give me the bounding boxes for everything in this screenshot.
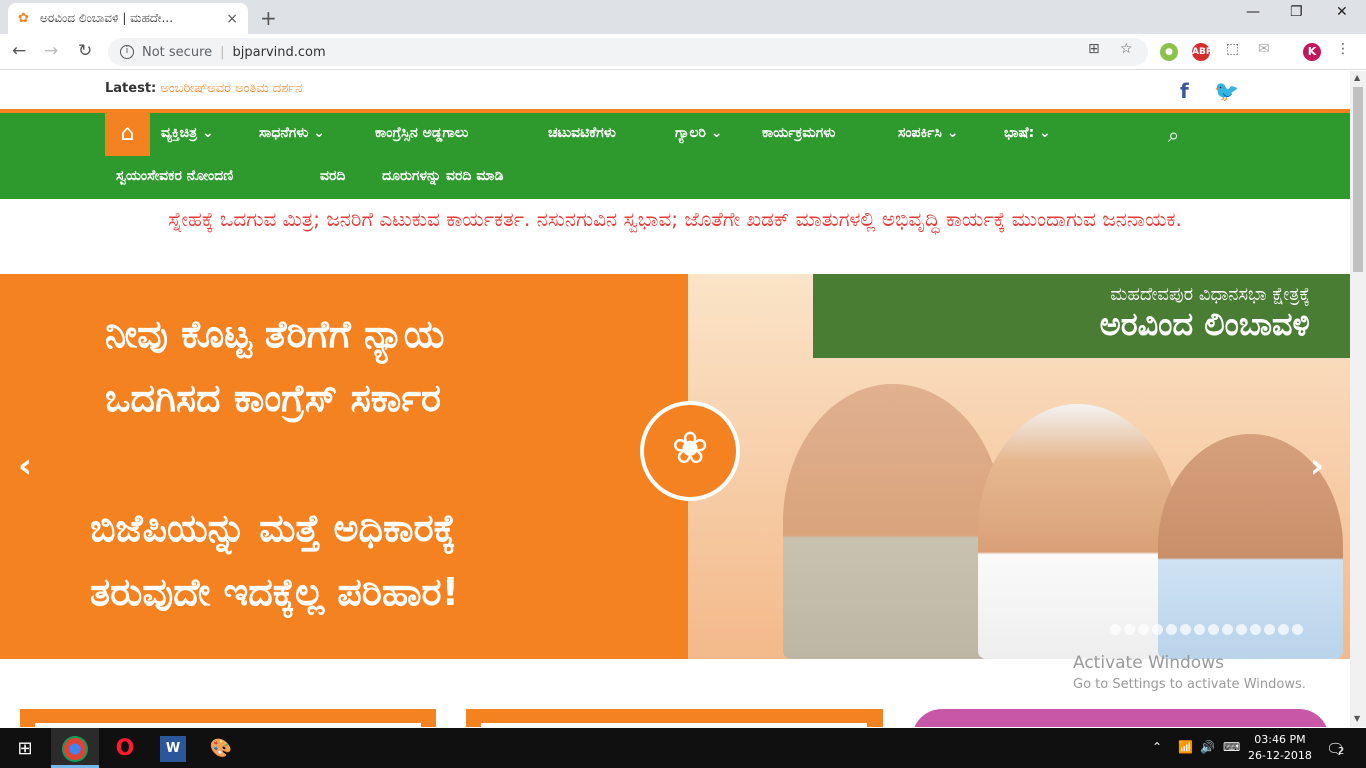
leader-photo-1 [783, 384, 1003, 659]
menu-item-biography[interactable]: ವ್ಯಕ್ತಿಚಿತ್ರ ⌄ [161, 125, 214, 141]
menu-item-achievements[interactable]: ಸಾಧನೆಗಳು ⌄ [259, 125, 325, 141]
notification-count: 2 [1338, 746, 1345, 757]
carousel-next-icon[interactable]: › [1310, 446, 1324, 486]
carousel-dot[interactable] [1264, 624, 1275, 635]
clock-date: 26-12-2018 [1248, 749, 1312, 762]
facebook-icon[interactable]: f [1180, 79, 1189, 103]
url-text[interactable]: bjparvind.com [233, 45, 326, 60]
extension-icon[interactable]: ● [1160, 43, 1178, 61]
translate-icon[interactable]: ⊞ [1088, 41, 1100, 57]
menu-item-volunteer-registration[interactable]: ಸ್ವಯಂಸೇವಕರ ನೋಂದಣಿ [116, 168, 233, 184]
carousel-dot[interactable] [1236, 624, 1247, 635]
candidate-banner: ಮಹದೇವಪುರ ವಿಧಾನಸಭಾ ಕ್ಷೇತ್ರಕ್ಕೆ ಅರವಿಂದ ಲಿಂ… [813, 274, 1350, 358]
menu-item-congress-obstruction[interactable]: ಕಾಂಗ್ರೆಸ್ಸಿನ ಅಡ್ಡಗಾಲು [375, 125, 468, 141]
chrome-menu-icon[interactable]: ⋮ [1336, 41, 1350, 57]
mail-icon[interactable]: ✉ [1258, 41, 1270, 57]
latest-news-bar: Latest: ಅಂಬರೀಷ್‌ಅವರ ಅಂತಿಮ ದರ್ಶನ [105, 81, 302, 96]
profile-avatar[interactable]: K [1303, 43, 1321, 61]
bookmark-star-icon[interactable]: ☆ [1120, 41, 1133, 57]
hero-carousel[interactable]: ನೀವು ಕೊಟ್ಟ ತೆರಿಗೆಗೆ ನ್ಯಾಯ ಒದಗಿಸದ ಕಾಂಗ್ರೆ… [0, 274, 1350, 659]
content-card-2[interactable] [466, 709, 883, 727]
tray-overflow-icon[interactable]: ⌃ [1152, 740, 1162, 754]
system-clock[interactable]: 03:46 PM 26-12-2018 [1248, 732, 1312, 764]
menu-item-activities[interactable]: ಚಟುವಟಿಕೆಗಳು [548, 125, 616, 141]
adblock-icon[interactable]: ABP [1192, 43, 1212, 61]
menu-item-programs[interactable]: ಕಾರ್ಯಕ್ರಮಗಳು [762, 125, 835, 141]
carousel-dot[interactable] [1138, 624, 1149, 635]
twitter-icon[interactable]: 🐦 [1214, 79, 1239, 103]
windows-start-icon[interactable]: ⊞ [12, 736, 38, 762]
tab-title: ಅರವಿಂದ ಲಿಂಬಾವಳಿ | ಮಹದೇ... [40, 11, 174, 25]
leader-photo-2 [978, 404, 1178, 659]
scroll-down-icon[interactable]: ▼ [1354, 714, 1360, 723]
carousel-dot[interactable] [1194, 624, 1205, 635]
slide-photo-panel: ಮಹದೇವಪುರ ವಿಧಾನಸಭಾ ಕ್ಷೇತ್ರಕ್ಕೆ ಅರವಿಂದ ಲಿಂ… [688, 274, 1350, 659]
activate-windows-title: Activate Windows [1073, 653, 1224, 673]
slide-text-line-4: ತರುವುದೇ ಇದಕ್ಕೆಲ್ಲ ಪರಿಹಾರ! [90, 570, 459, 614]
activate-windows-subtitle: Go to Settings to activate Windows. [1073, 677, 1306, 692]
reload-icon[interactable]: ↻ [78, 41, 92, 61]
slide-text-line-2: ಒದಗಿಸದ ಕಾಂಗ್ರೆಸ್ ಸರ್ಕಾರ [105, 376, 442, 420]
browser-tab-strip: ✿ ಅರವಿಂದ ಲಿಂಬಾವಳಿ | ಮಹದೇ... × + — ❐ ✕ [0, 0, 1366, 34]
carousel-dot[interactable] [1152, 624, 1163, 635]
candidate-name: ಅರವಿಂದ ಲಿಂಬಾವಳಿ [1099, 305, 1310, 343]
carousel-prev-icon[interactable]: ‹ [18, 446, 32, 486]
scroll-up-icon[interactable]: ▲ [1354, 73, 1360, 82]
minimize-icon[interactable]: — [1246, 4, 1260, 20]
carousel-dot[interactable] [1124, 624, 1135, 635]
info-icon[interactable]: i [120, 45, 134, 59]
clock-time: 03:46 PM [1254, 733, 1306, 746]
carousel-dot[interactable] [1292, 624, 1303, 635]
carousel-dot[interactable] [1278, 624, 1289, 635]
home-icon[interactable]: ⌂ [105, 113, 150, 156]
carousel-dot[interactable] [1250, 624, 1261, 635]
wifi-icon[interactable]: 📶 [1178, 740, 1193, 754]
menu-item-report-complaints[interactable]: ದೂರುಗಳನ್ನು ವರದಿ ಮಾಡಿ [382, 168, 503, 184]
content-card-1[interactable] [20, 709, 436, 727]
slide-text-line-3: ಬಿಜೆಪಿಯನ್ನು ಮತ್ತೆ ಅಧಿಕಾರಕ್ಕೆ [90, 506, 456, 550]
back-icon[interactable]: ← [12, 41, 26, 61]
scrollbar-thumb[interactable] [1353, 87, 1363, 272]
url-divider: | [220, 44, 225, 60]
chrome-taskbar-icon[interactable] [62, 736, 88, 762]
word-taskbar-icon[interactable]: W [160, 736, 186, 762]
carousel-dot[interactable] [1222, 624, 1233, 635]
security-label: Not secure [142, 44, 213, 60]
windows-taskbar: ⊞ O W 🎨 ⌃ 📶 🔊 ⌨ 03:46 PM 26-12-2018 🗨 2 [0, 728, 1366, 768]
slide-text-line-1: ನೀವು ಕೊಟ್ಟ ತೆರಿಗೆಗೆ ನ್ಯಾಯ [105, 312, 445, 356]
search-icon[interactable]: ⌕ [1168, 123, 1179, 147]
restore-icon[interactable]: ❐ [1290, 4, 1303, 20]
carousel-dot[interactable] [1208, 624, 1219, 635]
menu-item-language[interactable]: ಭಾಷೆ: ⌄ [1004, 125, 1051, 141]
window-close-icon[interactable]: ✕ [1336, 4, 1348, 20]
address-bar[interactable]: i Not secure | bjparvind.com [108, 38, 1148, 66]
site-tagline: ಸ್ನೇಹಕ್ಕೆ ಒದಗುವ ಮಿತ್ರ; ಜನರಿಗೆ ಎಟುಕುವ ಕಾರ… [168, 207, 1182, 231]
volume-icon[interactable]: 🔊 [1200, 740, 1215, 754]
latest-news-link[interactable]: ಅಂಬರೀಷ್‌ಅವರ ಅಂತಿಮ ದರ್ಶನ [160, 81, 302, 96]
bjp-favicon-icon: ✿ [18, 10, 29, 26]
web-page: Latest: ಅಂಬರೀಷ್‌ಅವರ ಅಂತಿಮ ದರ್ಶನ f 🐦 ⌂ ವ್… [0, 71, 1350, 727]
opera-taskbar-icon[interactable]: O [112, 736, 138, 762]
page-scrollbar[interactable]: ▲ ▼ [1350, 71, 1366, 727]
carousel-dot[interactable] [1110, 624, 1121, 635]
carousel-dot[interactable] [1166, 624, 1177, 635]
keyboard-icon[interactable]: ⌨ [1223, 740, 1240, 754]
tab-close-icon[interactable]: × [226, 11, 238, 27]
menu-item-contact[interactable]: ಸಂಪರ್ಕಿಸಿ ⌄ [898, 125, 958, 141]
menu-item-gallery[interactable]: ಗ್ಯಾಲರಿ ⌄ [675, 125, 723, 141]
latest-label: Latest: [105, 81, 157, 96]
paint-taskbar-icon[interactable]: 🎨 [208, 736, 234, 762]
menu-item-report[interactable]: ವರದಿ [320, 168, 345, 184]
main-navigation: ⌂ ವ್ಯಕ್ತಿಚಿತ್ರ ⌄ ಸಾಧನೆಗಳು ⌄ ಕಾಂಗ್ರೆಸ್ಸಿನ… [0, 113, 1350, 199]
carousel-dot[interactable] [1180, 624, 1191, 635]
browser-toolbar: ← → ↻ i Not secure | bjparvind.com ⊞ ☆ ●… [0, 34, 1366, 70]
bjp-lotus-logo: ❀ [640, 401, 740, 501]
browser-tab[interactable]: ✿ ಅರವಿಂದ ಲಿಂಬಾವಳಿ | ಮಹದೇ... × [8, 3, 248, 34]
cast-icon[interactable]: ⬚ [1226, 41, 1239, 57]
forward-icon[interactable]: → [44, 41, 58, 61]
carousel-indicators [1110, 624, 1303, 635]
constituency-label: ಮಹದೇವಪುರ ವಿಧಾನಸಭಾ ಕ್ಷೇತ್ರಕ್ಕೆ [1110, 284, 1310, 305]
new-tab-button[interactable]: + [260, 6, 277, 30]
content-card-3[interactable] [912, 709, 1329, 727]
